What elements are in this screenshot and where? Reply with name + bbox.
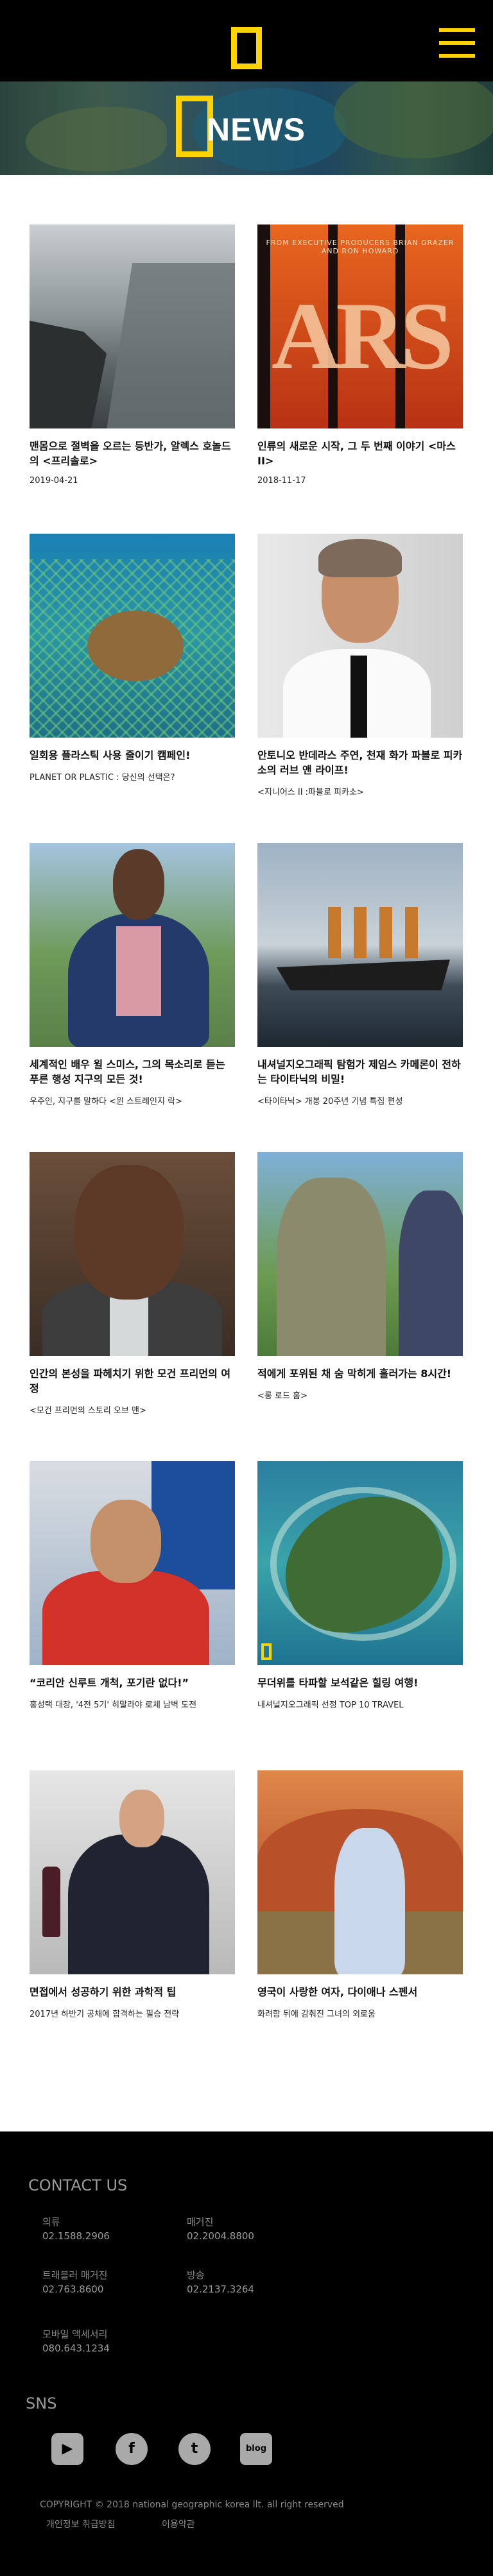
national-geographic-badge-icon	[261, 1643, 272, 1660]
article-subtitle: PLANET OR PLASTIC : 당신의 선택은?	[30, 773, 175, 783]
contact-item: 트래블러 매거진 02.763.8600	[42, 2268, 107, 2296]
article-thumbnail[interactable]	[257, 1152, 463, 1356]
article-subtitle: 홍성택 대장, '4전 5기' 히말라야 로체 남벽 도전	[30, 1700, 197, 1710]
article-subtitle: 2017년 하반기 공채에 합격하는 필승 전략	[30, 2010, 180, 2019]
article-date: 2018-11-17	[257, 476, 306, 486]
article-thumbnail[interactable]	[257, 843, 463, 1047]
sns-title: SNS	[26, 2394, 57, 2412]
article-subtitle: 우주인, 지구를 말하다 <윈 스트레인지 락>	[30, 1097, 182, 1106]
contact-label: 의류	[42, 2216, 60, 2228]
article-subtitle: 화려함 뒤에 감춰진 그녀의 외로움	[257, 2010, 376, 2019]
article-title[interactable]: 무더위를 타파할 보석같은 힐링 여행!	[257, 1675, 463, 1690]
contact-phone[interactable]: 02.2137.3264	[187, 2284, 254, 2295]
article-thumbnail[interactable]	[30, 534, 235, 738]
top-bar	[0, 0, 493, 81]
article-thumbnail[interactable]	[257, 1461, 463, 1665]
article-title[interactable]: 인간의 본성을 파헤치기 위한 모건 프리먼의 여정	[30, 1366, 235, 1396]
contact-item: 방송 02.2137.3264	[187, 2268, 254, 2296]
contact-label: 트래블러 매거진	[42, 2269, 108, 2281]
contact-label: 매거진	[187, 2216, 214, 2228]
article-thumbnail[interactable]	[257, 534, 463, 738]
article-title[interactable]: 내셔널지오그래픽 탐험가 제임스 카메론이 전하는 타이타닉의 비밀!	[257, 1057, 463, 1087]
contact-phone[interactable]: 080.643.1234	[42, 2343, 110, 2354]
article-card[interactable]: “코리안 신루트 개척, 포기란 없다!” 홍성택 대장, '4전 5기' 히말…	[30, 1461, 235, 1710]
contact-phone[interactable]: 02.1588.2906	[42, 2230, 110, 2242]
contact-item: 의류 02.1588.2906	[42, 2215, 110, 2243]
article-card[interactable]: 영국이 사랑한 여자, 다이애나 스펜서 화려함 뒤에 감춰진 그녀의 외로움	[257, 1770, 463, 2019]
blog-icon[interactable]: blog	[240, 2433, 272, 2465]
article-thumbnail[interactable]	[30, 1461, 235, 1665]
facebook-icon[interactable]: f	[116, 2433, 148, 2465]
news-banner: NEWS	[0, 81, 493, 175]
article-title[interactable]: 안토니오 반데라스 주연, 천재 화가 파블로 피카소의 러브 앤 라이프!	[257, 748, 463, 777]
article-title[interactable]: 일회용 플라스틱 사용 줄이기 캠페인!	[30, 748, 235, 763]
banner-land-shape	[334, 81, 493, 158]
article-title[interactable]: 영국이 사랑한 여자, 다이애나 스펜서	[257, 1985, 463, 1999]
copyright: COPYRIGHT © 2018 national geographic kor…	[40, 2500, 344, 2510]
page-title: NEWS	[207, 112, 306, 148]
contact-item: 모바일 액세서리 080.643.1234	[42, 2327, 110, 2355]
contact-item: 매거진 02.2004.8800	[187, 2215, 254, 2243]
footer: CONTACT US 의류 02.1588.2906 매거진 02.2004.8…	[0, 2131, 493, 2576]
article-subtitle: <모건 프리먼의 스토리 오브 맨>	[30, 1406, 146, 1416]
article-card[interactable]: 인간의 본성을 파헤치기 위한 모건 프리먼의 여정 <모건 프리먼의 스토리 …	[30, 1152, 235, 1416]
article-subtitle: 내셔널지오그래픽 선정 TOP 10 TRAVEL	[257, 1700, 404, 1710]
contact-phone[interactable]: 02.763.8600	[42, 2284, 103, 2295]
article-card[interactable]: 세계적인 배우 윌 스미스, 그의 목소리로 듣는 푸른 행성 지구의 모든 것…	[30, 843, 235, 1106]
article-thumbnail[interactable]	[30, 1152, 235, 1356]
twitter-icon[interactable]: t	[178, 2433, 211, 2465]
banner-land-shape	[26, 107, 167, 171]
contact-phone[interactable]: 02.2004.8800	[187, 2230, 254, 2242]
article-subtitle: <롱 로드 홈>	[257, 1391, 307, 1401]
privacy-policy-link[interactable]: 개인정보 취급방침	[46, 2518, 116, 2530]
article-card[interactable]: 일회용 플라스틱 사용 줄이기 캠페인! PLANET OR PLASTIC :…	[30, 534, 235, 783]
article-thumbnail[interactable]	[30, 843, 235, 1047]
article-card[interactable]: 면접에서 성공하기 위한 과학적 팁 2017년 하반기 공채에 합격하는 필승…	[30, 1770, 235, 2019]
article-card[interactable]: 안토니오 반데라스 주연, 천재 화가 파블로 피카소의 러브 앤 라이프! <…	[257, 534, 463, 797]
article-thumbnail[interactable]	[30, 1770, 235, 1974]
article-subtitle: <타이타닉> 개봉 20주년 기념 특집 편성	[257, 1097, 403, 1106]
article-thumbnail[interactable]: FROM EXECUTIVE PRODUCERS BRIAN GRAZER AN…	[257, 225, 463, 428]
article-title[interactable]: 적에게 포위된 채 숨 막히게 흘러가는 8시간!	[257, 1366, 463, 1381]
article-card[interactable]: 맨몸으로 절벽을 오르는 등반가, 알렉스 호놀드의 <프리솔로> 2019-0…	[30, 225, 235, 486]
article-card[interactable]: FROM EXECUTIVE PRODUCERS BRIAN GRAZER AN…	[257, 225, 463, 486]
article-title[interactable]: 면접에서 성공하기 위한 과학적 팁	[30, 1985, 235, 1999]
article-card[interactable]: 무더위를 타파할 보석같은 힐링 여행! 내셔널지오그래픽 선정 TOP 10 …	[257, 1461, 463, 1710]
contact-label: 모바일 액세서리	[42, 2328, 108, 2340]
article-title[interactable]: 인류의 새로운 시작, 그 두 번째 이야기 <마스 II>	[257, 439, 463, 468]
article-subtitle: <지니어스 II :파블로 피카소>	[257, 788, 364, 797]
poster-title: ARS	[271, 283, 454, 389]
article-thumbnail[interactable]	[30, 225, 235, 428]
contact-title: CONTACT US	[28, 2176, 128, 2194]
article-thumbnail[interactable]	[257, 1770, 463, 1974]
terms-link[interactable]: 이용약관	[162, 2518, 195, 2530]
hamburger-menu-icon[interactable]	[439, 28, 475, 58]
article-title[interactable]: 맨몸으로 절벽을 오르는 등반가, 알렉스 호놀드의 <프리솔로>	[30, 439, 235, 468]
article-card[interactable]: 적에게 포위된 채 숨 막히게 흘러가는 8시간! <롱 로드 홈>	[257, 1152, 463, 1401]
national-geographic-logo-icon[interactable]	[231, 27, 262, 69]
poster-caption: FROM EXECUTIVE PRODUCERS BRIAN GRAZER AN…	[266, 239, 454, 255]
article-card[interactable]: 내셔널지오그래픽 탐험가 제임스 카메론이 전하는 타이타닉의 비밀! <타이타…	[257, 843, 463, 1106]
contact-label: 방송	[187, 2269, 205, 2281]
article-title[interactable]: “코리안 신루트 개척, 포기란 없다!”	[30, 1675, 235, 1690]
article-date: 2019-04-21	[30, 476, 78, 486]
article-title[interactable]: 세계적인 배우 윌 스미스, 그의 목소리로 듣는 푸른 행성 지구의 모든 것…	[30, 1057, 235, 1087]
youtube-icon[interactable]: ▶	[51, 2433, 83, 2465]
